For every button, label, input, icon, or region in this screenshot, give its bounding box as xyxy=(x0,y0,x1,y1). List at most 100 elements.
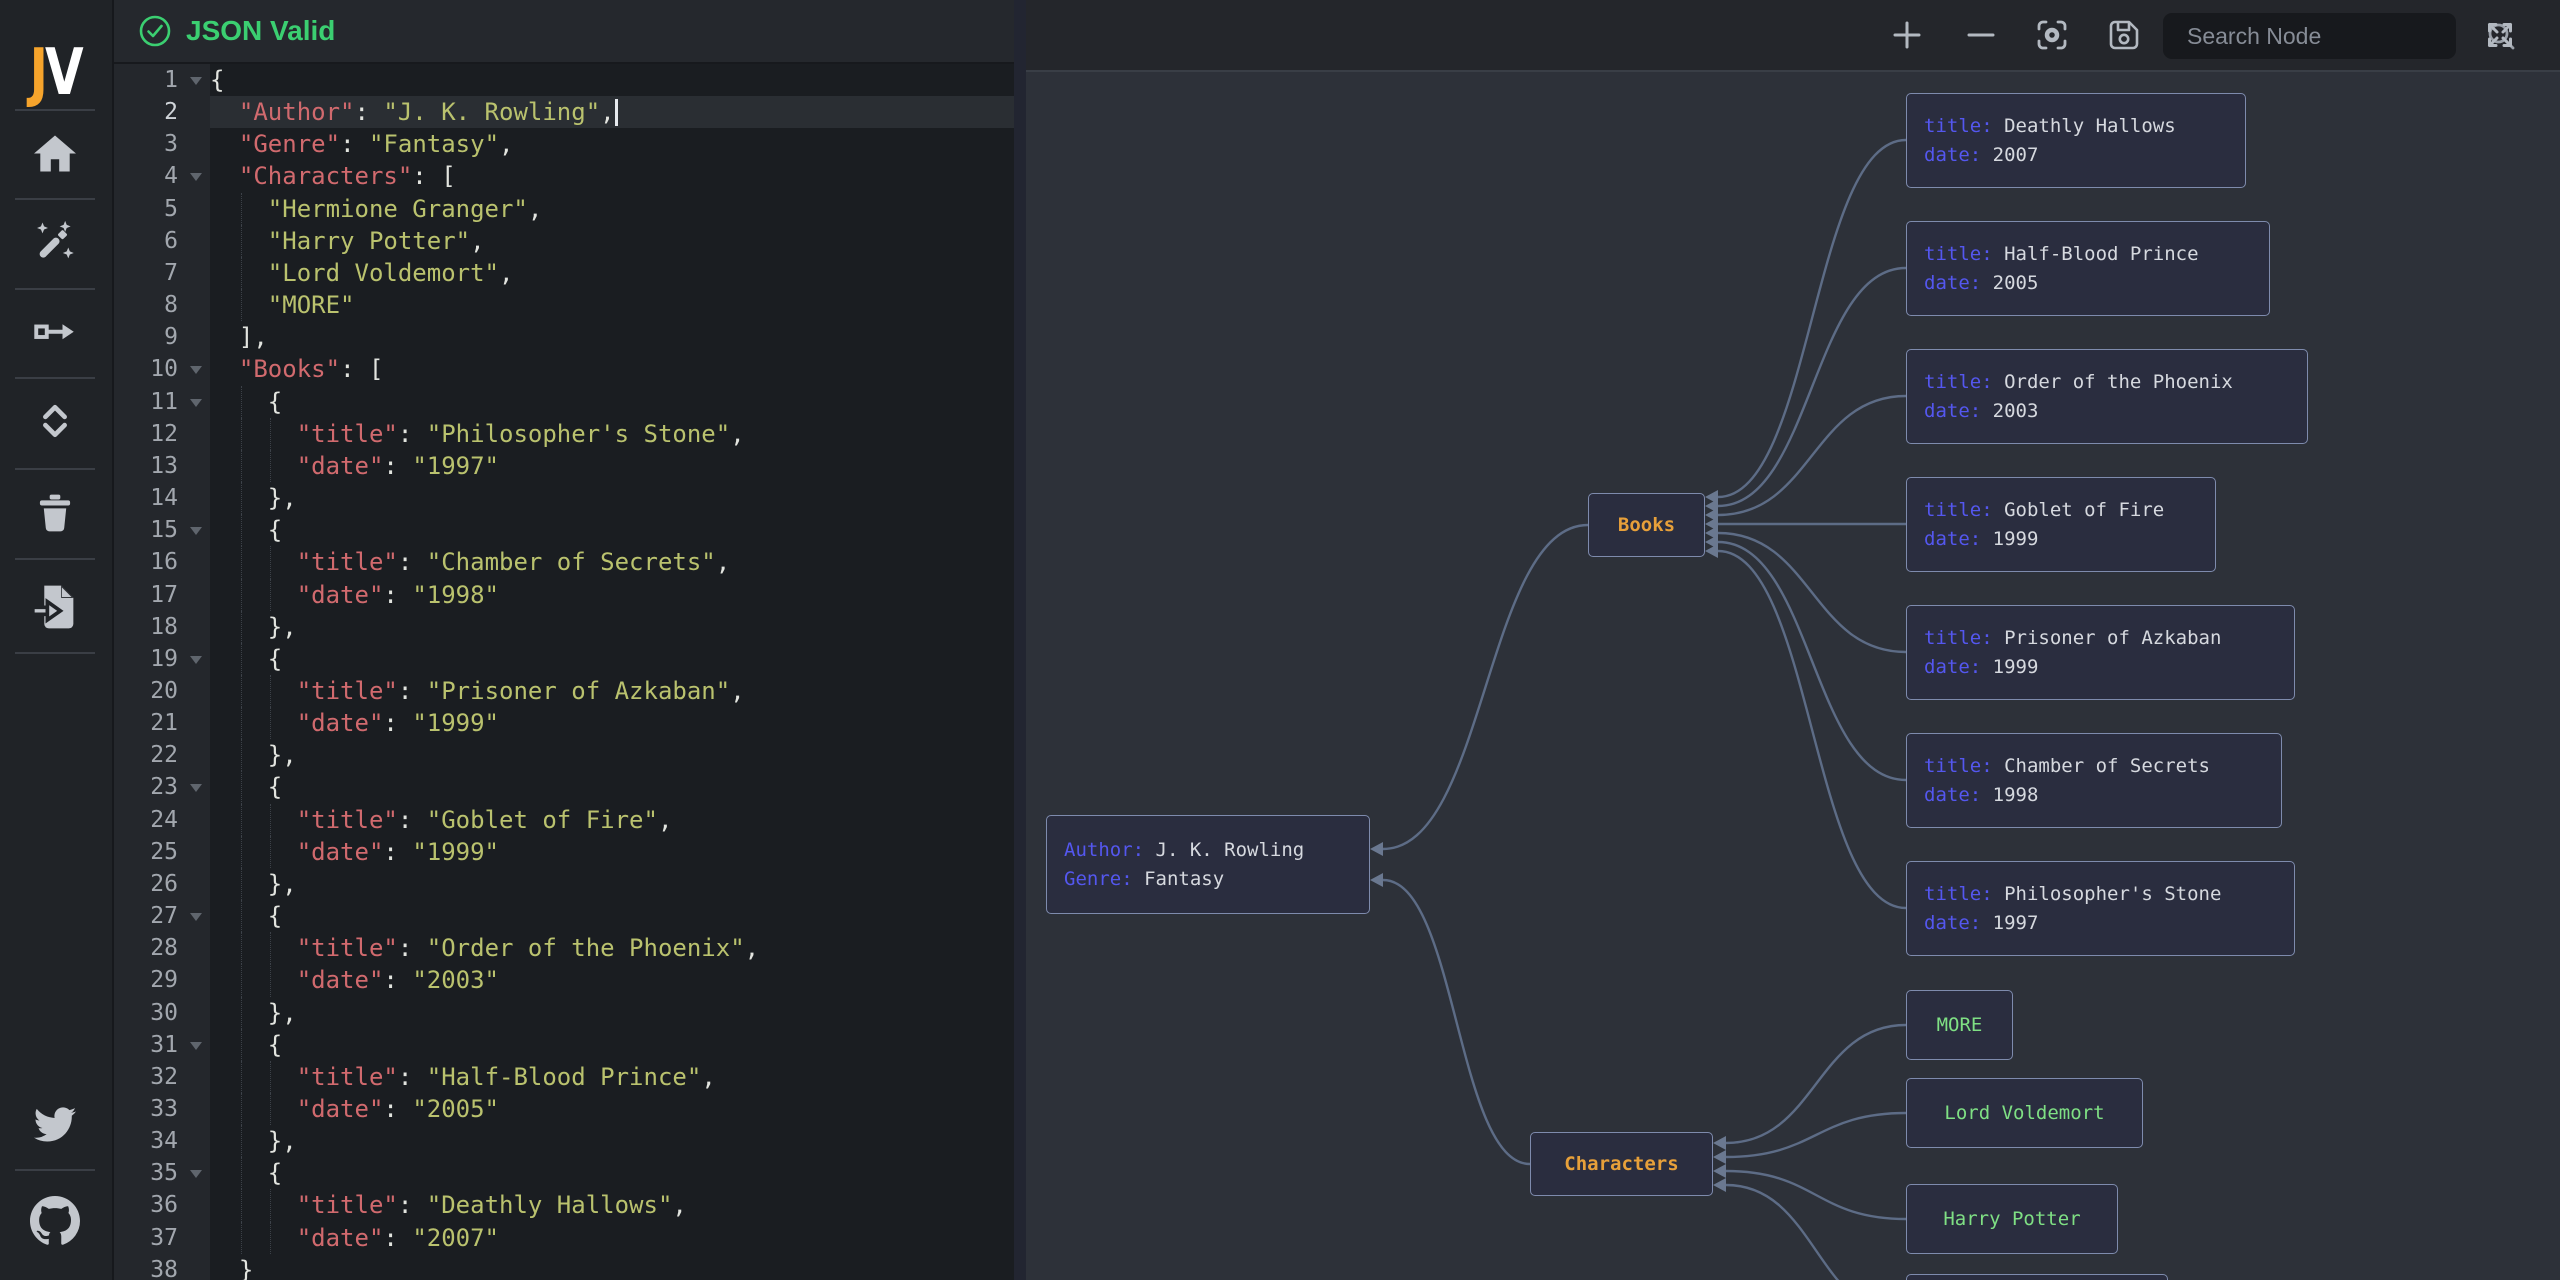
code-line-27[interactable]: 27 { xyxy=(112,900,1014,932)
code-text[interactable]: "MORE" xyxy=(210,289,1014,321)
code-text[interactable]: ], xyxy=(210,321,1014,353)
code-text[interactable]: "title": "Goblet of Fire", xyxy=(210,804,1014,836)
code-text[interactable]: }, xyxy=(210,482,1014,514)
search-node-input[interactable] xyxy=(2163,22,2485,51)
code-line-20[interactable]: 20 "title": "Prisoner of Azkaban", xyxy=(112,675,1014,707)
code-text[interactable]: }, xyxy=(210,997,1014,1029)
code-text[interactable]: }, xyxy=(210,739,1014,771)
code-line-33[interactable]: 33 "date": "2005" xyxy=(112,1093,1014,1125)
code-line-25[interactable]: 25 "date": "1999" xyxy=(112,836,1014,868)
code-line-19[interactable]: 19 { xyxy=(112,643,1014,675)
fold-toggle-icon[interactable] xyxy=(190,366,202,374)
code-text[interactable]: "Author": "J. K. Rowling", xyxy=(210,96,1014,128)
fold-toggle-icon[interactable] xyxy=(190,784,202,792)
code-line-38[interactable]: 38 } xyxy=(112,1254,1014,1280)
code-line-15[interactable]: 15 { xyxy=(112,514,1014,546)
code-text[interactable]: "title": "Order of the Phoenix", xyxy=(210,932,1014,964)
code-text[interactable]: "title": "Deathly Hallows", xyxy=(210,1189,1014,1221)
node-books[interactable]: Books xyxy=(1588,493,1705,557)
code-text[interactable]: { xyxy=(210,900,1014,932)
code-text[interactable]: "title": "Chamber of Secrets", xyxy=(210,546,1014,578)
code-line-36[interactable]: 36 "title": "Deathly Hallows", xyxy=(112,1189,1014,1221)
code-line-2[interactable]: 2 "Author": "J. K. Rowling", xyxy=(112,96,1014,128)
node-book-2[interactable]: title: Half-Blood Princedate: 2005 xyxy=(1906,221,2270,316)
code-text[interactable]: }, xyxy=(210,868,1014,900)
code-editor[interactable]: 1{2 "Author": "J. K. Rowling",3 "Genre":… xyxy=(112,62,1014,1280)
code-line-13[interactable]: 13 "date": "1997" xyxy=(112,450,1014,482)
code-text[interactable]: "Books": [ xyxy=(210,353,1014,385)
code-text[interactable]: { xyxy=(210,771,1014,803)
code-line-26[interactable]: 26 }, xyxy=(112,868,1014,900)
code-text[interactable]: "Harry Potter", xyxy=(210,225,1014,257)
fold-toggle-icon[interactable] xyxy=(190,1170,202,1178)
code-text[interactable]: { xyxy=(210,1029,1014,1061)
node-book-5[interactable]: title: Prisoner of Azkabandate: 1999 xyxy=(1906,605,2295,700)
code-text[interactable]: { xyxy=(210,643,1014,675)
node-book-3[interactable]: title: Order of the Phoenixdate: 2003 xyxy=(1906,349,2308,444)
code-line-34[interactable]: 34 }, xyxy=(112,1125,1014,1157)
expand-collapse-button[interactable] xyxy=(0,393,110,449)
code-line-31[interactable]: 31 { xyxy=(112,1029,1014,1061)
code-text[interactable]: "Genre": "Fantasy", xyxy=(210,128,1014,160)
code-line-4[interactable]: 4 "Characters": [ xyxy=(112,160,1014,192)
code-text[interactable]: "Hermione Granger", xyxy=(210,193,1014,225)
code-text[interactable]: { xyxy=(210,1157,1014,1189)
code-line-35[interactable]: 35 { xyxy=(112,1157,1014,1189)
github-link[interactable] xyxy=(0,1193,110,1249)
center-view-button[interactable] xyxy=(2024,0,2080,70)
code-line-21[interactable]: 21 "date": "1999" xyxy=(112,707,1014,739)
code-text[interactable]: }, xyxy=(210,1125,1014,1157)
code-line-29[interactable]: 29 "date": "2003" xyxy=(112,964,1014,996)
code-text[interactable]: "date": "2005" xyxy=(210,1093,1014,1125)
app-logo[interactable]: JV xyxy=(12,36,98,110)
code-line-9[interactable]: 9 ], xyxy=(112,321,1014,353)
code-text[interactable]: "date": "1999" xyxy=(210,707,1014,739)
code-line-17[interactable]: 17 "date": "1998" xyxy=(112,579,1014,611)
fold-toggle-icon[interactable] xyxy=(190,527,202,535)
code-line-14[interactable]: 14 }, xyxy=(112,482,1014,514)
code-line-37[interactable]: 37 "date": "2007" xyxy=(112,1222,1014,1254)
code-line-16[interactable]: 16 "title": "Chamber of Secrets", xyxy=(112,546,1014,578)
code-text[interactable]: "date": "2003" xyxy=(210,964,1014,996)
code-line-5[interactable]: 5 "Hermione Granger", xyxy=(112,193,1014,225)
code-line-24[interactable]: 24 "title": "Goblet of Fire", xyxy=(112,804,1014,836)
code-line-3[interactable]: 3 "Genre": "Fantasy", xyxy=(112,128,1014,160)
fullscreen-button[interactable] xyxy=(2472,0,2528,70)
fold-toggle-icon[interactable] xyxy=(190,399,202,407)
node-char-harry[interactable]: Harry Potter xyxy=(1906,1184,2118,1254)
code-text[interactable]: "Lord Voldemort", xyxy=(210,257,1014,289)
code-line-23[interactable]: 23 { xyxy=(112,771,1014,803)
code-text[interactable]: { xyxy=(210,64,1014,96)
node-characters[interactable]: Characters xyxy=(1530,1132,1713,1196)
node-book-1[interactable]: title: Deathly Hallowsdate: 2007 xyxy=(1906,93,2246,188)
code-line-8[interactable]: 8 "MORE" xyxy=(112,289,1014,321)
twitter-link[interactable] xyxy=(0,1097,110,1153)
node-char-voldemort[interactable]: Lord Voldemort xyxy=(1906,1078,2143,1148)
fold-toggle-icon[interactable] xyxy=(190,1042,202,1050)
node-book-7[interactable]: title: Philosopher's Stonedate: 1997 xyxy=(1906,861,2295,956)
code-text[interactable]: "date": "1997" xyxy=(210,450,1014,482)
fold-toggle-icon[interactable] xyxy=(190,913,202,921)
code-text[interactable]: "title": "Prisoner of Azkaban", xyxy=(210,675,1014,707)
node-book-6[interactable]: title: Chamber of Secretsdate: 1998 xyxy=(1906,733,2282,828)
code-text[interactable]: "title": "Philosopher's Stone", xyxy=(210,418,1014,450)
import-file-button[interactable] xyxy=(0,579,110,635)
zoom-in-button[interactable] xyxy=(1879,0,1935,70)
zoom-out-button[interactable] xyxy=(1953,0,2009,70)
code-text[interactable]: "date": "1999" xyxy=(210,836,1014,868)
auto-format-button[interactable] xyxy=(0,214,110,270)
layout-direction-button[interactable] xyxy=(0,303,110,359)
node-book-4[interactable]: title: Goblet of Firedate: 1999 xyxy=(1906,477,2216,572)
code-line-7[interactable]: 7 "Lord Voldemort", xyxy=(112,257,1014,289)
home-button[interactable] xyxy=(0,127,110,183)
code-line-32[interactable]: 32 "title": "Half-Blood Prince", xyxy=(112,1061,1014,1093)
code-line-18[interactable]: 18 }, xyxy=(112,611,1014,643)
code-text[interactable]: "date": "2007" xyxy=(210,1222,1014,1254)
code-text[interactable]: "date": "1998" xyxy=(210,579,1014,611)
fold-toggle-icon[interactable] xyxy=(190,77,202,85)
panel-resizer[interactable] xyxy=(1014,0,1026,1280)
code-line-12[interactable]: 12 "title": "Philosopher's Stone", xyxy=(112,418,1014,450)
code-line-1[interactable]: 1{ xyxy=(112,64,1014,96)
code-line-10[interactable]: 10 "Books": [ xyxy=(112,353,1014,385)
code-line-28[interactable]: 28 "title": "Order of the Phoenix", xyxy=(112,932,1014,964)
